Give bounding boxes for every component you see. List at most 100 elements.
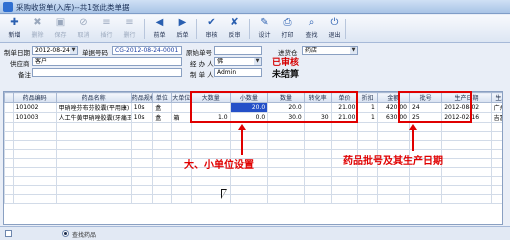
remark-field[interactable] <box>32 68 182 77</box>
empty-row[interactable] <box>4 194 502 204</box>
toolbar-button-print[interactable]: ⎙ 打印 <box>276 17 299 41</box>
table-cell[interactable] <box>170 102 192 113</box>
empty-cell[interactable] <box>170 185 192 195</box>
empty-cell[interactable] <box>303 149 332 159</box>
orig-no-field[interactable] <box>214 46 262 55</box>
empty-cell[interactable] <box>152 131 172 141</box>
empty-cell[interactable] <box>12 158 57 168</box>
toolbar-button-delete[interactable]: ✖ 删除 <box>26 17 49 41</box>
empty-cell[interactable] <box>490 167 502 177</box>
maker-field[interactable]: Admin <box>214 68 262 77</box>
empty-cell[interactable] <box>12 122 57 132</box>
empty-cell[interactable] <box>330 185 359 195</box>
empty-cell[interactable] <box>357 194 378 204</box>
empty-cell[interactable] <box>376 185 411 195</box>
empty-cell[interactable] <box>441 176 492 186</box>
empty-cell[interactable] <box>490 140 502 150</box>
handler-field[interactable]: 佛 ▼ <box>214 57 262 66</box>
empty-cell[interactable] <box>267 176 305 186</box>
empty-cell[interactable] <box>170 122 192 132</box>
empty-cell[interactable] <box>4 149 14 159</box>
empty-cell[interactable] <box>130 140 154 150</box>
empty-cell[interactable] <box>4 158 14 168</box>
empty-cell[interactable] <box>4 185 14 195</box>
empty-cell[interactable] <box>4 176 14 186</box>
table-cell[interactable]: 甲硝唑芬布芬胶囊(平用康) <box>55 102 132 113</box>
empty-cell[interactable] <box>441 149 492 159</box>
empty-cell[interactable] <box>303 185 332 195</box>
empty-cell[interactable] <box>4 167 14 177</box>
empty-cell[interactable] <box>408 176 443 186</box>
empty-cell[interactable] <box>376 194 411 204</box>
empty-cell[interactable] <box>376 122 411 132</box>
column-header[interactable]: 大单位 <box>170 92 192 103</box>
empty-cell[interactable] <box>229 140 269 150</box>
empty-cell[interactable] <box>152 167 172 177</box>
empty-cell[interactable] <box>229 122 269 132</box>
table-cell[interactable]: 箱 <box>170 112 192 123</box>
table-cell[interactable]: 盒 <box>152 102 172 113</box>
empty-cell[interactable] <box>4 140 14 150</box>
empty-cell[interactable] <box>55 122 132 132</box>
table-cell[interactable]: 人工牛黄甲硝唑胶囊(牙痛王) <box>55 112 132 123</box>
empty-cell[interactable] <box>330 194 359 204</box>
toolbar-button-exit[interactable]: ⏻ 退出 <box>323 17 346 41</box>
empty-cell[interactable] <box>376 176 411 186</box>
chevron-down-icon[interactable]: ▼ <box>254 58 261 65</box>
empty-cell[interactable] <box>408 194 443 204</box>
empty-cell[interactable] <box>376 167 411 177</box>
empty-cell[interactable] <box>490 194 502 204</box>
table-cell[interactable]: 101002 <box>12 102 57 113</box>
empty-cell[interactable] <box>267 140 305 150</box>
option-checkbox[interactable] <box>5 230 12 237</box>
empty-cell[interactable] <box>152 149 172 159</box>
empty-cell[interactable] <box>376 140 411 150</box>
empty-cell[interactable] <box>408 167 443 177</box>
column-header[interactable]: 药品名称 <box>55 92 132 103</box>
table-cell[interactable]: 吉富庄 <box>490 112 502 123</box>
column-header[interactable]: 折扣 <box>357 92 378 103</box>
empty-cell[interactable] <box>267 131 305 141</box>
empty-cell[interactable] <box>55 167 132 177</box>
empty-cell[interactable] <box>190 122 231 132</box>
empty-cell[interactable] <box>330 131 359 141</box>
empty-cell[interactable] <box>130 122 154 132</box>
empty-cell[interactable] <box>229 185 269 195</box>
empty-row[interactable] <box>4 122 502 132</box>
empty-cell[interactable] <box>4 194 14 204</box>
empty-cell[interactable] <box>12 194 57 204</box>
column-header[interactable]: 单位 <box>152 92 172 103</box>
empty-cell[interactable] <box>55 158 132 168</box>
chevron-down-icon[interactable]: ▼ <box>70 47 77 54</box>
toolbar-button-unapprove[interactable]: ✘ 反审 <box>223 17 246 41</box>
empty-cell[interactable] <box>408 140 443 150</box>
empty-cell[interactable] <box>357 140 378 150</box>
toolbar-button-find[interactable]: ⌕ 查找 <box>300 17 323 41</box>
empty-cell[interactable] <box>303 122 332 132</box>
empty-cell[interactable] <box>130 176 154 186</box>
empty-cell[interactable] <box>190 176 231 186</box>
column-header[interactable]: 药品规格 <box>130 92 154 103</box>
empty-cell[interactable] <box>130 131 154 141</box>
empty-cell[interactable] <box>330 140 359 150</box>
empty-cell[interactable] <box>303 176 332 186</box>
empty-cell[interactable] <box>408 131 443 141</box>
empty-cell[interactable] <box>12 176 57 186</box>
empty-cell[interactable] <box>55 140 132 150</box>
toolbar-button-insert-row[interactable]: ≡ 插行 <box>95 17 118 41</box>
empty-cell[interactable] <box>441 194 492 204</box>
docno-field[interactable]: CG-2012-08-24-0001 <box>112 46 182 55</box>
empty-cell[interactable] <box>170 131 192 141</box>
chevron-down-icon[interactable]: ▼ <box>350 47 357 54</box>
empty-cell[interactable] <box>490 122 502 132</box>
empty-cell[interactable] <box>190 131 231 141</box>
empty-cell[interactable] <box>12 131 57 141</box>
empty-cell[interactable] <box>152 140 172 150</box>
empty-cell[interactable] <box>152 176 172 186</box>
supplier-field[interactable]: 客户 <box>32 57 182 66</box>
table-cell[interactable]: 10s <box>130 112 154 123</box>
empty-cell[interactable] <box>441 131 492 141</box>
empty-cell[interactable] <box>130 185 154 195</box>
empty-cell[interactable] <box>55 131 132 141</box>
empty-cell[interactable] <box>490 158 502 168</box>
